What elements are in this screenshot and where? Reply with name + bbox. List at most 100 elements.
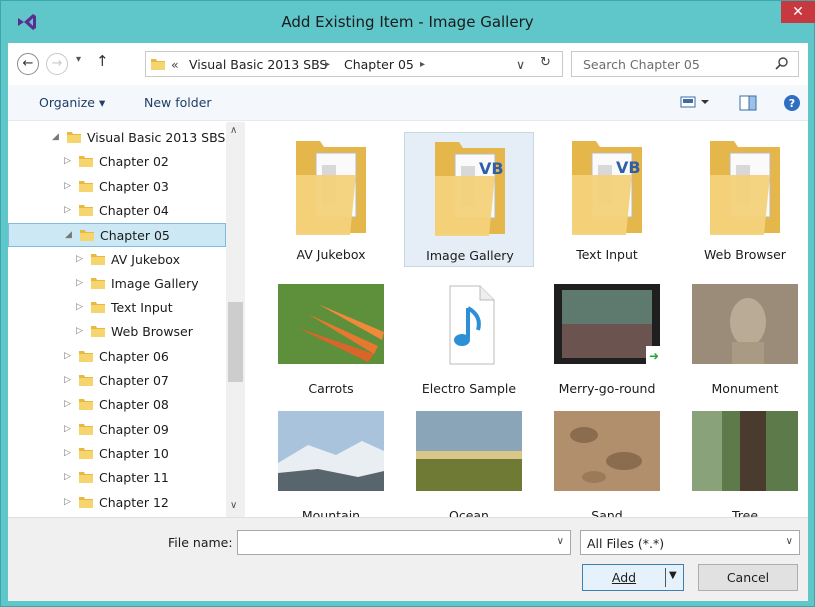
breadcrumb-chevron-icon[interactable]: ▸ (325, 59, 330, 70)
file-type-filter[interactable]: All Files (*.*) ∨ (580, 530, 800, 555)
tree-item-label: Chapter 08 (99, 397, 169, 413)
new-folder-button[interactable]: New folder (144, 95, 212, 110)
breadcrumb-visual-basic-2013-sbs[interactable]: Visual Basic 2013 SBS (189, 57, 327, 72)
tree-item[interactable]: ▷ Text Input (8, 296, 226, 320)
folder-icon (151, 59, 165, 70)
add-options-dropdown-icon[interactable]: ▼ (669, 570, 677, 581)
collapsed-arrow-icon[interactable]: ▷ (64, 424, 71, 434)
preview-pane-icon[interactable] (739, 94, 757, 112)
file-name-label: File name: (168, 535, 233, 550)
forward-button[interactable]: → (46, 53, 68, 75)
file-item[interactable]: AV Jukebox (266, 132, 396, 267)
tree-item[interactable]: ▷ Chapter 09 (8, 418, 226, 442)
collapsed-arrow-icon[interactable]: ▷ (64, 472, 71, 482)
file-item[interactable]: ➜ Merry-go-round (542, 274, 672, 398)
file-item[interactable]: VB Image Gallery (404, 132, 534, 267)
breadcrumb-chevron-icon[interactable]: ▸ (420, 59, 425, 70)
tree-item-label: Chapter 02 (99, 154, 169, 170)
file-item[interactable]: VB Text Input (542, 132, 672, 267)
tree-scrollbar[interactable]: ∧ ∨ (226, 122, 245, 517)
tree-item-label: Chapter 10 (99, 445, 169, 461)
search-box[interactable]: Search Chapter 05 (571, 51, 799, 77)
file-item[interactable]: Ocean (404, 408, 534, 524)
collapsed-arrow-icon[interactable]: ▷ (76, 326, 83, 336)
collapsed-arrow-icon[interactable]: ▷ (76, 254, 83, 264)
address-dropdown-icon[interactable]: ∨ (516, 57, 525, 72)
tree-item[interactable]: ▷ Chapter 04 (8, 199, 226, 223)
file-type-dropdown-icon[interactable]: ∨ (786, 536, 793, 547)
file-item-label: Web Browser (704, 247, 786, 262)
tree-item[interactable]: ▷ Chapter 06 (8, 345, 226, 369)
file-item[interactable]: Carrots (266, 274, 396, 398)
file-item-label: Electro Sample (421, 381, 517, 396)
scrollbar-thumb[interactable] (228, 302, 243, 382)
file-item[interactable]: Web Browser (680, 132, 810, 267)
collapsed-arrow-icon[interactable]: ▷ (64, 497, 71, 507)
tree-item[interactable]: ◢ Visual Basic 2013 SBS (8, 126, 226, 150)
organize-menu-button[interactable]: Organize ▾ (39, 95, 105, 110)
folder-icon (91, 277, 105, 289)
file-item[interactable]: Mountain (266, 408, 396, 524)
cancel-button[interactable]: Cancel (698, 564, 798, 591)
collapsed-arrow-icon[interactable]: ▷ (64, 156, 71, 166)
collapsed-arrow-icon[interactable]: ▷ (76, 278, 83, 288)
change-view-icon[interactable] (680, 94, 710, 110)
address-bar[interactable]: « Visual Basic 2013 SBS ▸ Chapter 05 ▸ ∨… (145, 51, 563, 77)
search-icon[interactable] (774, 56, 790, 72)
folder-icon (710, 141, 780, 235)
file-item[interactable]: Sand (542, 408, 672, 524)
collapsed-arrow-icon[interactable]: ▷ (64, 205, 71, 215)
tree-item[interactable]: ▷ Chapter 11 (8, 466, 226, 490)
file-item[interactable]: Electro Sample (404, 274, 534, 398)
collapsed-arrow-icon[interactable]: ▷ (64, 399, 71, 409)
refresh-icon[interactable]: ↻ (540, 55, 551, 70)
tree-item[interactable]: ◢ Chapter 05 (8, 223, 226, 248)
close-button[interactable]: ✕ (781, 1, 815, 23)
tree-item[interactable]: ▷ AV Jukebox (8, 248, 226, 272)
file-name-input[interactable]: ∨ (237, 530, 571, 555)
file-list: AV Jukebox VB Image Gallery VB Text Input Web… (246, 122, 810, 523)
collapsed-arrow-icon[interactable]: ▷ (76, 302, 83, 312)
tree-thumbnail (692, 411, 798, 491)
tree-item[interactable]: ▷ Chapter 12 (8, 491, 226, 515)
file-item[interactable]: Tree (680, 408, 810, 524)
file-item-label: Monument (711, 381, 779, 396)
recent-locations-icon[interactable]: ▾ (76, 54, 81, 65)
tree-item[interactable]: ▷ Web Browser (8, 320, 226, 344)
window-title: Add Existing Item - Image Gallery (281, 13, 534, 31)
scroll-up-icon[interactable]: ∧ (230, 125, 237, 136)
sand-thumbnail (554, 411, 660, 491)
mountain-thumbnail (278, 411, 384, 491)
back-button[interactable]: ← (17, 53, 39, 75)
folder-icon (79, 180, 93, 192)
tree-item-label: Image Gallery (111, 275, 199, 291)
scroll-down-icon[interactable]: ∨ (230, 500, 237, 511)
add-existing-item-dialog: Add Existing Item - Image Gallery ✕ ← → … (0, 0, 815, 607)
tree-item[interactable]: ▷ Image Gallery (8, 272, 226, 296)
breadcrumb-chapter-05[interactable]: Chapter 05 (344, 57, 414, 72)
add-button[interactable]: Add ▼ (582, 564, 684, 591)
tree-item[interactable]: ▷ Chapter 03 (8, 175, 226, 199)
expanded-arrow-icon[interactable]: ◢ (52, 132, 59, 142)
tree-item-label: AV Jukebox (111, 251, 180, 267)
tree-item-label: Chapter 06 (99, 348, 169, 364)
tree-item[interactable]: ▷ Chapter 02 (8, 150, 226, 174)
expanded-arrow-icon[interactable]: ◢ (65, 230, 72, 240)
carrots-thumbnail (278, 284, 384, 364)
collapsed-arrow-icon[interactable]: ▷ (64, 181, 71, 191)
up-arrow-icon[interactable]: ↑ (96, 52, 109, 70)
tree-item[interactable]: ▷ Chapter 08 (8, 393, 226, 417)
collapsed-arrow-icon[interactable]: ▷ (64, 448, 71, 458)
collapsed-arrow-icon[interactable]: ▷ (64, 375, 71, 385)
add-button-label[interactable]: Add (583, 565, 665, 590)
breadcrumb-overflow[interactable]: « (171, 57, 179, 72)
help-icon[interactable]: ? (783, 94, 801, 112)
tree-item[interactable]: ▷ Chapter 10 (8, 442, 226, 466)
file-name-dropdown-icon[interactable]: ∨ (557, 536, 564, 547)
close-icon: ✕ (792, 4, 804, 20)
split-divider (665, 568, 666, 587)
tree-item[interactable]: ▷ Chapter 07 (8, 369, 226, 393)
file-item[interactable]: Monument (680, 274, 810, 398)
monument-thumbnail (692, 284, 798, 364)
collapsed-arrow-icon[interactable]: ▷ (64, 351, 71, 361)
